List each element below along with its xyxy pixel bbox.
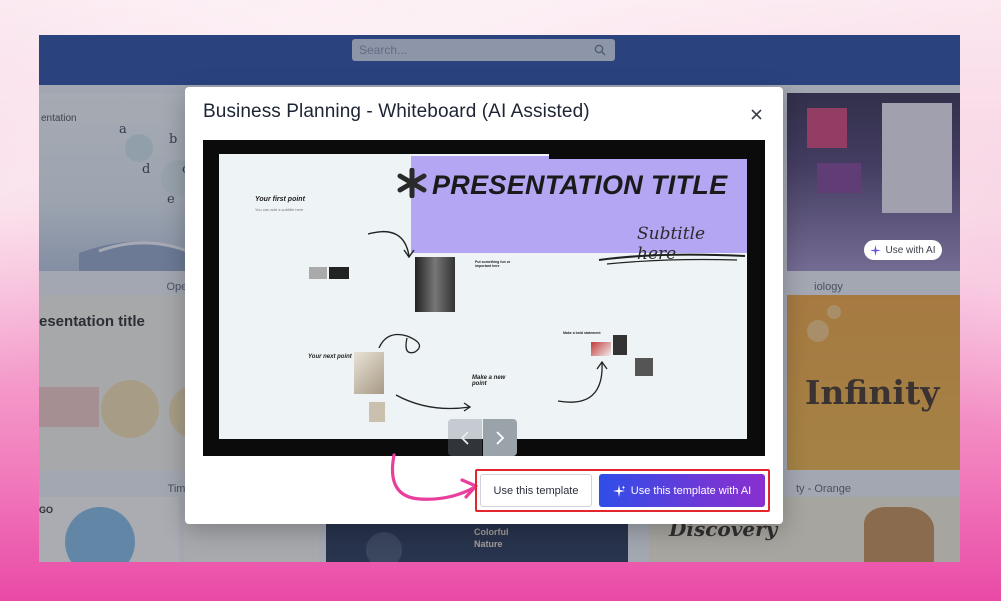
photo-strip-1 <box>309 267 327 279</box>
sparkle-icon <box>612 484 625 497</box>
bold-statement-heading: Make a bold statement <box>563 331 601 335</box>
first-point-subtitle: You can add a subtitle here <box>255 207 304 212</box>
asterisk-icon <box>397 168 427 198</box>
use-template-button[interactable]: Use this template <box>480 474 592 507</box>
something-fun-heading: Put something fun or important here <box>475 260 511 269</box>
close-button[interactable] <box>745 103 767 125</box>
use-with-ai-chip[interactable]: Use with AI <box>864 240 942 260</box>
use-with-ai-chip-label: Use with AI <box>885 244 936 256</box>
preview-slide: PRESENTATION TITLE Subtitle here Your fi… <box>219 154 747 439</box>
chevron-right-icon <box>496 430 505 445</box>
curved-arrow-3 <box>557 360 608 403</box>
photo-building <box>415 257 455 312</box>
use-template-with-ai-button[interactable]: Use this template with AI <box>599 474 765 507</box>
first-point-heading: Your first point <box>255 196 305 203</box>
modal-title: Business Planning - Whiteboard (AI Assis… <box>203 101 590 122</box>
close-icon <box>750 108 762 120</box>
photo-dark-2 <box>635 358 653 376</box>
subtitle-underline <box>598 253 746 265</box>
title-box-top-edge <box>549 154 747 159</box>
photo-red-building <box>591 342 611 356</box>
presentation-title: PRESENTATION TITLE <box>432 170 728 200</box>
photo-small <box>369 402 385 422</box>
template-preview: PRESENTATION TITLE Subtitle here Your fi… <box>203 140 765 456</box>
photo-dark-1 <box>613 335 627 355</box>
photo-architecture <box>354 352 384 394</box>
sparkle-icon <box>870 244 882 256</box>
photo-strip-2 <box>329 267 349 279</box>
chevron-left-icon <box>460 430 469 445</box>
curved-arrow-icon <box>390 453 478 501</box>
use-template-with-ai-label: Use this template with AI <box>630 484 752 497</box>
next-point-heading: Your next point <box>308 354 352 360</box>
curved-arrow-2 <box>395 394 472 412</box>
new-point-heading: Make a new point <box>472 375 506 387</box>
loop-arrow <box>378 333 421 354</box>
